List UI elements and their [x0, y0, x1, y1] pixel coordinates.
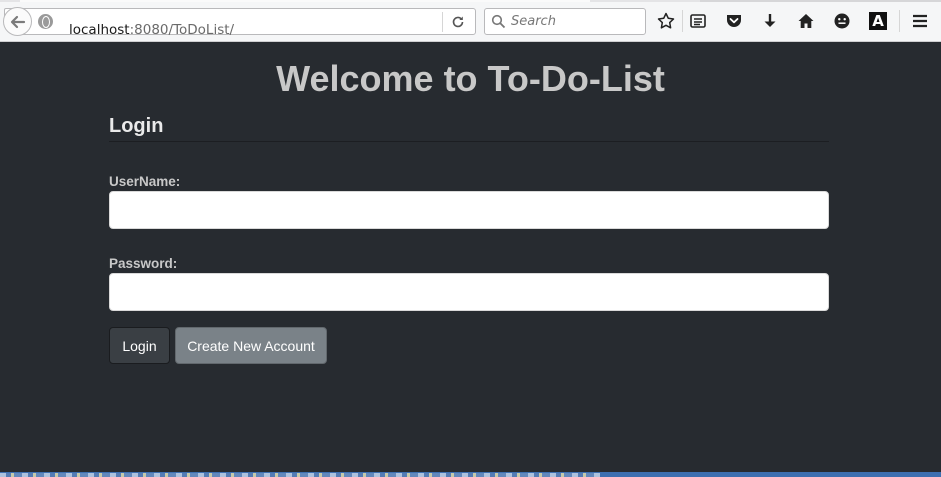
- menu-button[interactable]: [910, 11, 930, 31]
- reading-list-icon: [690, 14, 706, 28]
- home-icon: [798, 14, 814, 28]
- page-title: Welcome to To-Do-List: [276, 58, 665, 99]
- menu-icon: [913, 14, 927, 28]
- back-button[interactable]: [3, 7, 32, 36]
- search-icon: [491, 14, 506, 29]
- pocket-icon: [727, 15, 741, 27]
- url-host: localhost: [69, 22, 130, 38]
- tab-strip: [0, 0, 941, 2]
- section-title: Login: [109, 115, 164, 137]
- password-label: Password:: [109, 256, 178, 271]
- url-divider: [442, 12, 443, 32]
- url-path: :8080/ToDoList/: [129, 22, 235, 38]
- password-field[interactable]: [109, 273, 829, 311]
- taskbar-strip: [0, 472, 941, 477]
- toolbar-divider: [899, 10, 900, 32]
- pocket-button[interactable]: [724, 11, 744, 31]
- browser-toolbar: localhost:8080/ToDoList/ Search A: [0, 0, 941, 42]
- bookmark-star-icon: [657, 12, 675, 29]
- search-placeholder: Search: [511, 14, 556, 29]
- url-text[interactable]: localhost:8080/ToDoList/: [69, 22, 234, 38]
- create-account-button[interactable]: Create New Account: [175, 327, 327, 364]
- back-arrow-icon: [10, 15, 25, 28]
- active-tab-edge: [20, 0, 590, 2]
- login-button[interactable]: Login: [109, 327, 170, 364]
- username-label: UserName:: [109, 174, 181, 189]
- toolbar-divider: [682, 10, 683, 32]
- reading-list-button[interactable]: [688, 11, 708, 31]
- download-icon: [764, 14, 776, 27]
- taskbar-items: [0, 473, 600, 477]
- address-bar[interactable]: localhost:8080/ToDoList/: [4, 8, 476, 38]
- username-field[interactable]: [109, 191, 829, 229]
- a-icon[interactable]: A: [869, 12, 887, 30]
- emoji-button[interactable]: [832, 11, 852, 31]
- tab-edge: [700, 0, 941, 2]
- reload-button[interactable]: [448, 12, 468, 32]
- emoji-icon: [834, 13, 850, 29]
- reload-icon: [452, 16, 464, 28]
- bookmark-star-button[interactable]: [656, 11, 676, 31]
- download-button[interactable]: [760, 11, 780, 31]
- search-bar[interactable]: Search: [484, 8, 646, 35]
- section-divider: [109, 141, 829, 142]
- globe-icon[interactable]: [38, 14, 53, 29]
- home-button[interactable]: [796, 11, 816, 31]
